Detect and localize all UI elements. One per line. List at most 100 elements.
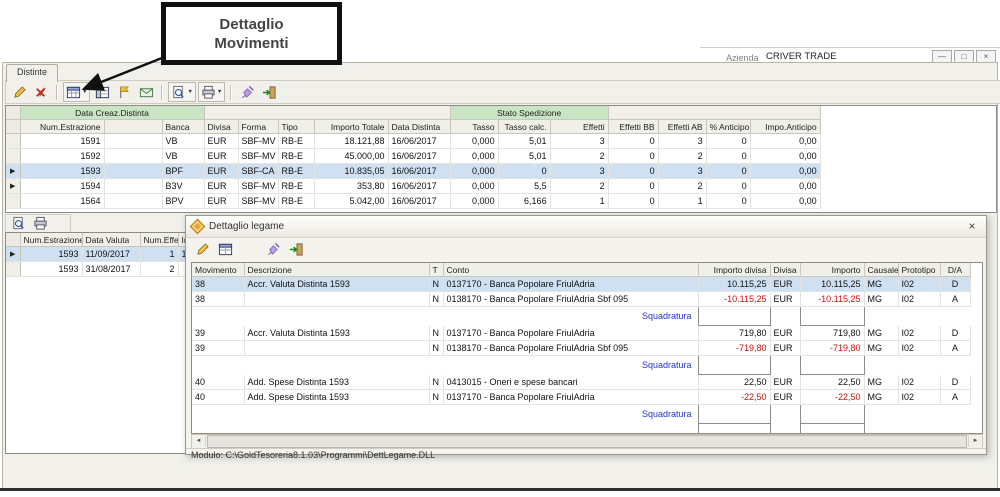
cell[interactable] [244,307,429,326]
squadratura-row[interactable]: Squadratura [192,306,982,326]
col-data-valuta[interactable]: Data Valuta [82,233,141,247]
col-num-effetti[interactable]: Num.Effetti [140,233,179,247]
cell[interactable]: 2 [140,261,179,277]
table-row[interactable]: 40 Add. Spese Distinta 1593 N 0413015 - One… [192,374,982,390]
table-row[interactable]: 1564 BPV EUR SBF-MV RB-E 5.042,00 16/06/2017 0,… [6,193,994,209]
print-button[interactable]: ▼ [197,82,226,102]
dialog-titlebar[interactable]: Dettaglio legame × [186,216,986,238]
cell[interactable]: 10.835,05 [314,163,389,179]
cell[interactable] [864,356,898,375]
cell[interactable]: RB-E [278,133,315,149]
cell[interactable]: BPF [162,163,205,179]
cell[interactable]: N [429,340,444,356]
cell[interactable] [697,423,771,433]
col-t[interactable]: T [429,263,444,277]
cell[interactable]: 0,00 [750,133,821,149]
flag-button[interactable] [114,83,134,101]
cell[interactable]: I02 [898,291,941,307]
cell[interactable]: 0 [498,163,551,179]
cell[interactable]: 1593 [20,246,83,262]
cell[interactable]: MG [864,291,899,307]
table-row[interactable]: 38 N 0138170 - Banca Popolare FriulAdria S… [192,291,982,307]
cell[interactable]: EUR [204,178,239,194]
cell[interactable]: 2 [550,148,609,164]
cell[interactable]: -10.115,25 [800,291,865,307]
cell[interactable] [898,356,940,375]
cell[interactable]: 10.115,25 [800,276,865,292]
horizontal-scrollbar[interactable]: ◄ ► [191,434,983,449]
movements-detail-button[interactable]: ▼ [63,82,91,102]
col-movimento[interactable]: Movimento [192,263,245,277]
dialog-edit-button[interactable] [192,240,212,258]
table-row[interactable]: 1591 VB EUR SBF-MV RB-E 18.121,88 16/06/2017 0,… [6,133,994,149]
cell[interactable]: 0137170 - Banca Popolare FriulAdria [443,325,699,341]
cell[interactable] [864,424,898,434]
cell[interactable]: 45.000,00 [314,148,389,164]
col-num-estrazione[interactable]: Num.Estrazione [20,233,83,247]
cell[interactable]: 0,000 [450,178,499,194]
squadratura-row[interactable] [192,423,982,434]
dialog-close-button[interactable]: × [964,219,980,234]
tab-distinte[interactable]: Distinte [6,64,59,82]
row-marker-cell[interactable]: ▶ [6,163,21,179]
cell[interactable]: 38 [192,276,245,292]
cell[interactable]: Accr. Valuta Distinta 1593 [244,276,430,292]
cell[interactable]: 1 [140,246,179,262]
cell[interactable]: -22,50 [800,389,865,405]
cell[interactable]: 1593 [20,261,83,277]
cell[interactable]: 0,000 [450,133,499,149]
cell[interactable]: D [940,325,971,341]
cell[interactable]: MG [864,325,899,341]
cell[interactable] [864,307,898,326]
cell[interactable]: MG [864,340,899,356]
scroll-right-button[interactable]: ► [968,436,982,447]
col-importo[interactable]: Importo [800,263,865,277]
cell[interactable]: 353,80 [314,178,389,194]
dialog-exit-button[interactable] [286,240,306,258]
cell[interactable]: 0 [706,148,751,164]
cell[interactable]: RB-E [278,148,315,164]
row-marker-cell[interactable] [6,148,21,164]
print-preview-button[interactable]: ▼ [168,82,196,102]
col-conto[interactable]: Conto [443,263,699,277]
cell[interactable]: Add. Spese Distinta 1593 [244,389,430,405]
table-row[interactable]: 39 N 0138170 - Banca Popolare FriulAdria S… [192,340,982,356]
cell[interactable]: BPV [162,193,205,209]
col-tasso[interactable]: Tasso [450,119,499,134]
cell[interactable] [244,405,429,424]
cell[interactable]: 0 [608,193,659,209]
col-effetti[interactable]: Effetti [550,119,609,134]
cell[interactable] [192,424,244,434]
cell[interactable] [799,306,865,326]
cell[interactable]: EUR [770,276,801,292]
cell[interactable]: 2 [658,178,707,194]
cell[interactable] [697,306,771,326]
cell[interactable] [799,355,865,375]
cell[interactable] [940,405,970,424]
cell[interactable]: I02 [898,340,941,356]
cell[interactable] [104,163,163,179]
cell[interactable]: 39 [192,340,245,356]
grid-copy-button[interactable] [92,83,112,101]
col-forma[interactable]: Forma [238,119,279,134]
cell[interactable] [697,355,771,375]
cell[interactable]: 0 [706,193,751,209]
cell[interactable] [429,356,443,375]
table-row[interactable]: ▶ 1594 B3V EUR SBF-MV RB-E 353,80 16/06/2017 0,0… [6,178,994,194]
row-marker-cell[interactable] [6,261,21,277]
row-marker-cell[interactable]: ▶ [6,246,21,262]
cell[interactable]: 719,80 [800,325,865,341]
cell[interactable]: N [429,291,444,307]
cell[interactable] [244,356,429,375]
cell[interactable]: 22,50 [800,374,865,390]
cell[interactable]: EUR [770,374,801,390]
cell[interactable]: 0 [608,133,659,149]
cell[interactable] [244,291,430,307]
cell[interactable]: EUR [770,291,801,307]
cell[interactable] [799,423,865,433]
cell[interactable]: 16/06/2017 [388,148,451,164]
cell[interactable] [192,405,244,424]
cell[interactable]: 40 [192,389,245,405]
cell[interactable] [770,405,800,424]
cell[interactable]: 40 [192,374,245,390]
